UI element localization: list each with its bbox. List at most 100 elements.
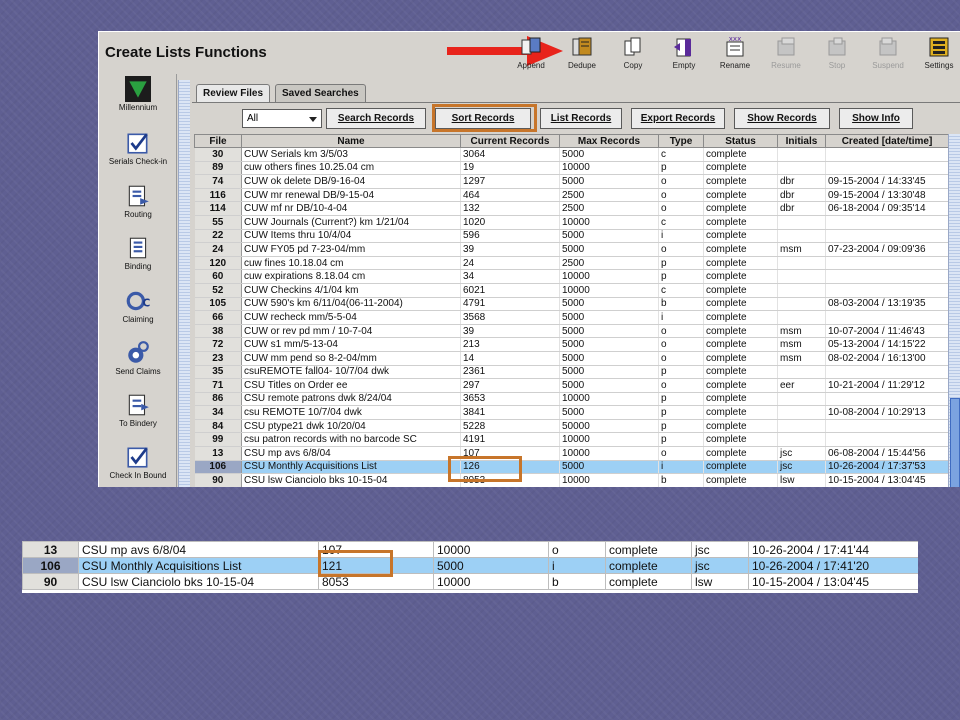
- column-header[interactable]: Initials: [777, 134, 826, 148]
- table-row[interactable]: 13 CSU mp avs 6/8/04 107 10000 o complete jsc 0…: [194, 446, 949, 461]
- table-row[interactable]: 105 CUW 590's km 6/11/04(06-11-2004) 4791 5…: [194, 297, 949, 312]
- table-cell: 5000: [559, 378, 659, 393]
- table-row[interactable]: 52 CUW Checkins 4/1/04 km 6021 10000 c comple…: [194, 283, 949, 298]
- settings-button[interactable]: Settings: [914, 34, 960, 72]
- tab-divider: [192, 102, 960, 103]
- table-cell: 5000: [559, 147, 659, 162]
- column-header[interactable]: Created [date/time]: [825, 134, 949, 148]
- table-row[interactable]: 22 CUW Items thru 10/4/04 596 5000 i complete: [194, 229, 949, 244]
- column-header[interactable]: File: [194, 134, 242, 148]
- table-cell: complete: [703, 229, 778, 244]
- table-row[interactable]: 34 csu REMOTE 10/7/04 dwk 3841 5000 p complet…: [194, 405, 949, 420]
- stop-button[interactable]: Stop: [812, 34, 862, 72]
- table-row[interactable]: 106 CSU Monthly Acquisitions List 126 5000 i…: [194, 460, 949, 475]
- sidebar-item-to-bindery[interactable]: To Bindery: [99, 392, 177, 442]
- sidebar-item-millennium[interactable]: Millennium: [99, 76, 177, 126]
- column-header[interactable]: Max Records: [559, 134, 659, 148]
- rename-button[interactable]: xxx Rename: [710, 34, 760, 72]
- table-row[interactable]: 60 cuw expirations 8.18.04 cm 34 10000 p comp…: [194, 269, 949, 284]
- file-number-cell: 55: [194, 215, 242, 230]
- table-row[interactable]: 55 CUW Journals (Current?) km 1/21/04 1020…: [194, 215, 949, 230]
- export-records-button[interactable]: Export Records: [631, 108, 725, 129]
- table-row[interactable]: 38 CUW or rev pd mm / 10-7-04 39 5000 o compl…: [194, 324, 949, 339]
- file-number-cell: 86: [194, 392, 242, 407]
- dedupe-button[interactable]: Dedupe: [557, 34, 607, 72]
- sidebar-item-label: Serials Check-in: [108, 157, 168, 166]
- table-cell: [825, 269, 949, 284]
- table-row[interactable]: 71 CSU Titles on Order ee 297 5000 o complete…: [194, 378, 949, 393]
- table-cell: 5000: [559, 174, 659, 189]
- sidebar-scrollbar[interactable]: [178, 80, 190, 487]
- table-row[interactable]: 84 CSU ptype21 dwk 10/20/04 5228 50000 p comp…: [194, 419, 949, 434]
- zoomed-table: 13 CSU mp avs 6/8/04 107 10000 o complete jsc 1…: [22, 541, 918, 590]
- column-header[interactable]: Current Records: [460, 134, 560, 148]
- table-cell: [777, 256, 826, 271]
- tab-saved-searches[interactable]: Saved Searches: [275, 84, 366, 102]
- table-cell: p: [658, 405, 704, 420]
- sidebar-item-binding[interactable]: Binding: [99, 235, 177, 285]
- table-cell: 5000: [433, 557, 549, 574]
- resume-button[interactable]: Resume: [761, 34, 811, 72]
- table-row[interactable]: 66 CUW recheck mm/5-5-04 3568 5000 i complete: [194, 310, 949, 325]
- table-cell: [777, 432, 826, 448]
- table-cell: o: [658, 446, 704, 461]
- table-row[interactable]: 86 CSU remote patrons dwk 8/24/04 3653 1000…: [194, 392, 949, 407]
- table-cell: p: [658, 432, 704, 448]
- table-cell: [777, 365, 826, 380]
- table-row[interactable]: 90 CSU lsw Cianciolo bks 10-15-04 8053 1000…: [194, 473, 949, 487]
- table-cell: 5000: [559, 324, 659, 339]
- table-cell: c: [658, 283, 704, 298]
- scrollbar-thumb[interactable]: [950, 398, 960, 487]
- toolbar-label: Copy: [623, 61, 643, 70]
- table-row[interactable]: 72 CUW s1 mm/5-13-04 213 5000 o complete msm 05…: [194, 337, 949, 352]
- table-cell: b: [548, 573, 606, 590]
- table-row[interactable]: 116 CUW mr renewal DB/9-15-04 464 2500 o comp…: [194, 188, 949, 203]
- suspend-button[interactable]: Suspend: [863, 34, 913, 72]
- table-cell: 2500: [559, 188, 659, 203]
- table-cell: complete: [703, 297, 778, 312]
- show-info-button[interactable]: Show Info: [839, 108, 913, 129]
- table-row[interactable]: 89 cuw others fines 10.25.04 cm 19 10000 p co…: [194, 161, 949, 176]
- sort-records-highlight: [432, 104, 537, 132]
- table-cell: CUW s1 mm/5-13-04: [241, 337, 461, 352]
- show-records-button[interactable]: Show Records: [734, 108, 830, 129]
- column-header[interactable]: Status: [703, 134, 778, 148]
- column-header[interactable]: Type: [658, 134, 704, 148]
- table-cell: 39: [460, 242, 560, 257]
- file-number-cell: 114: [194, 201, 242, 216]
- sidebar-item-routing[interactable]: Routing: [99, 183, 177, 233]
- resume-icon: [777, 37, 795, 56]
- search-records-button[interactable]: Search Records: [326, 108, 426, 129]
- empty-button[interactable]: Empty: [659, 34, 709, 72]
- table-row[interactable]: 74 CUW ok delete DB/9-16-04 1297 5000 o compl…: [194, 174, 949, 189]
- routing-icon: [128, 185, 149, 207]
- table-cell: 10-07-2004 / 11:46'43: [825, 324, 949, 339]
- table-row[interactable]: 90 CSU lsw Cianciolo bks 10-15-04 8053 1000…: [22, 573, 918, 590]
- list-records-button[interactable]: List Records: [540, 108, 622, 129]
- table-row[interactable]: 23 CUW mm pend so 8-2-04/mm 14 5000 o complet…: [194, 351, 949, 366]
- sidebar-item-claiming[interactable]: C Claiming: [99, 288, 177, 338]
- column-header[interactable]: Name: [241, 134, 461, 148]
- table-cell: [777, 147, 826, 162]
- tab-review-files[interactable]: Review Files: [196, 84, 271, 102]
- table-cell: o: [658, 242, 704, 257]
- table-row[interactable]: 106 CSU Monthly Acquisitions List 121 5000 i…: [22, 557, 918, 574]
- table-row[interactable]: 24 CUW FY05 pd 7-23-04/mm 39 5000 o complete m…: [194, 242, 949, 257]
- table-cell: 10-26-2004 / 17:37'53: [825, 460, 949, 475]
- table-cell: o: [658, 378, 704, 393]
- table-row[interactable]: 99 csu patron records with no barcode SC 4…: [194, 432, 949, 448]
- table-vertical-scrollbar[interactable]: [948, 134, 960, 487]
- sidebar-item-check-in-bound[interactable]: Check In Bound: [99, 444, 177, 487]
- copy-button[interactable]: Copy: [608, 34, 658, 72]
- table-cell: 10-15-2004 / 13:04'45: [825, 473, 949, 487]
- sidebar-item-serials-checkin[interactable]: Serials Check-in: [99, 130, 177, 180]
- sidebar-item-send-claims[interactable]: Send Claims: [99, 340, 177, 390]
- table-row[interactable]: 30 CUW Serials km 3/5/03 3064 5000 c complete: [194, 147, 949, 162]
- append-button[interactable]: Append: [506, 34, 556, 72]
- table-row[interactable]: 114 CUW mf nr DB/10-4-04 132 2500 o complete d…: [194, 201, 949, 216]
- file-number-cell: 13: [194, 446, 242, 461]
- file-filter-select[interactable]: All: [242, 109, 322, 128]
- table-row[interactable]: 35 csuREMOTE fall04- 10/7/04 dwk 2361 5000 p…: [194, 365, 949, 380]
- table-row[interactable]: 120 cuw fines 10.18.04 cm 24 2500 p complete: [194, 256, 949, 271]
- table-row[interactable]: 13 CSU mp avs 6/8/04 107 10000 o complete jsc 1…: [22, 541, 918, 558]
